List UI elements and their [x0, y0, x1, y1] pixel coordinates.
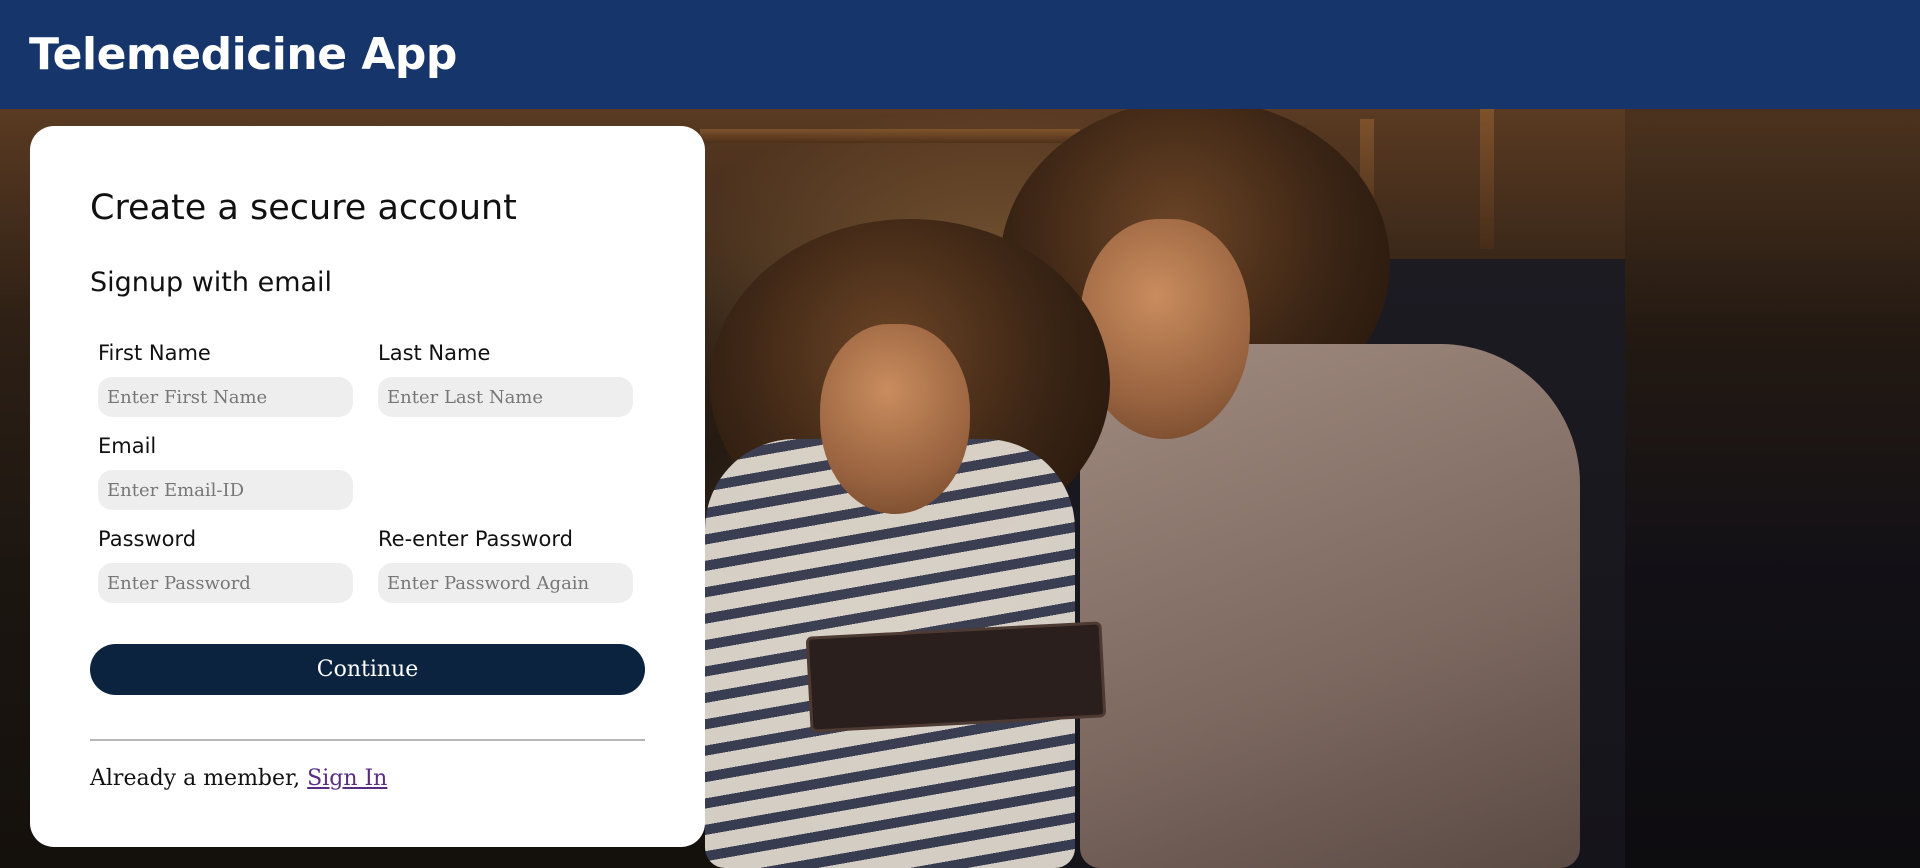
email-label: Email	[98, 434, 157, 458]
signup-subtitle: Signup with email	[90, 267, 333, 298]
sign-in-prompt: Already a member, Sign In	[90, 766, 387, 791]
hero-side-panel	[1625, 109, 1920, 868]
first-name-input[interactable]	[98, 377, 353, 417]
sign-in-link[interactable]: Sign In	[307, 766, 387, 791]
page-title: Create a secure account	[90, 188, 517, 228]
continue-button[interactable]: Continue	[90, 644, 645, 695]
reenter-password-input[interactable]	[378, 563, 633, 603]
password-label: Password	[98, 527, 197, 551]
password-input[interactable]	[98, 563, 353, 603]
background-shelf	[1480, 109, 1494, 249]
app-title: Telemedicine App	[29, 29, 457, 80]
daughter-face	[820, 324, 970, 514]
last-name-input[interactable]	[378, 377, 633, 417]
background-shelf	[700, 129, 1080, 143]
first-name-label: First Name	[98, 341, 211, 365]
signup-card: Create a secure account Signup with emai…	[30, 126, 705, 847]
app-header: Telemedicine App	[0, 0, 1920, 109]
last-name-label: Last Name	[378, 341, 491, 365]
reenter-password-label: Re-enter Password	[378, 527, 573, 551]
divider	[90, 739, 645, 741]
tablet-device	[805, 621, 1107, 733]
email-input[interactable]	[98, 470, 353, 510]
member-prompt-text: Already a member,	[90, 766, 301, 791]
